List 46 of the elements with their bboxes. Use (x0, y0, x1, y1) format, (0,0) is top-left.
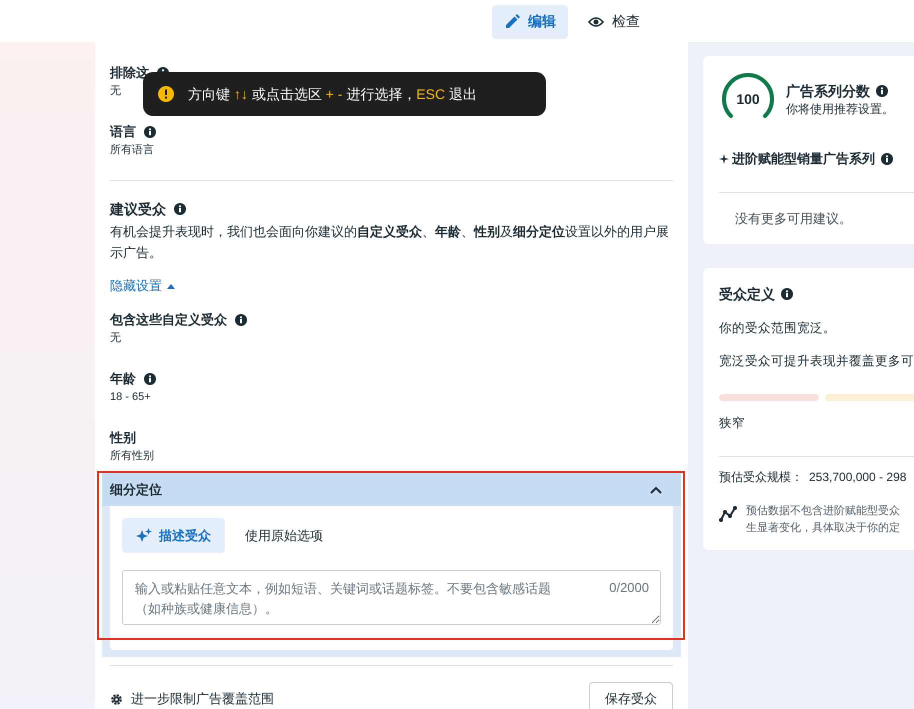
setting-value: 18 - 65+ (110, 390, 151, 405)
save-audience-button[interactable]: 保存受众 (589, 682, 673, 709)
setting-value: 所有语言 (110, 142, 154, 158)
estimate-note: 生显著变化，具体取决于你的定 (746, 520, 900, 536)
setting-label: 年龄 (110, 370, 136, 388)
sparkle-icon (136, 528, 152, 544)
trend-icon (719, 506, 737, 522)
info-icon (781, 288, 793, 300)
meter-label: 狭窄 (719, 415, 746, 432)
size-label: 预估受众规模： (719, 470, 803, 484)
eye-icon (588, 14, 604, 30)
card-subtitle: 你将使用推荐设置。 (786, 100, 894, 118)
option-tab[interactable]: 描述受众 (122, 518, 225, 553)
campaign-label: 进阶赋能型销量广告系列 (732, 150, 875, 168)
estimate-note: 预估数据不包含进阶赋能型受众 (746, 504, 900, 519)
setting-label: 包含这些自定义受众 (110, 311, 227, 329)
character-counter: 0/2000 (609, 579, 649, 597)
hide-settings-link[interactable]: 隐藏设置 (110, 277, 175, 295)
card-title: 广告系列分数 (786, 82, 870, 100)
size-value: 253,700,000 - 298 (809, 470, 906, 484)
option-tab[interactable]: 使用原始选项 (231, 518, 337, 553)
audience-summary: 你的受众范围宽泛。 (719, 320, 837, 337)
section-header[interactable]: 细分定位 (102, 473, 681, 506)
no-suggestions-text: 没有更多可用建议。 (735, 210, 853, 228)
warning-icon (158, 86, 174, 102)
mode-tab[interactable]: 检查 (576, 5, 652, 39)
card-title: 受众定义 (719, 285, 775, 304)
section-title: 细分定位 (110, 480, 162, 498)
setting-value: 无 (110, 84, 121, 99)
section-title: 建议受众 (110, 200, 166, 219)
setting-value: 所有性别 (110, 449, 154, 464)
setting-label: 性别 (110, 429, 136, 447)
description-text: 有机会提升表现时，我们也会面向你建议的自定义受众、年龄、性别及细分定位设置以外的用户展示广告。 (110, 223, 670, 262)
info-icon (876, 84, 888, 96)
mode-tab[interactable]: 编辑 (492, 5, 568, 39)
info-icon (174, 203, 186, 215)
score-value: 100 (735, 90, 761, 108)
setting-value: 无 (110, 331, 121, 346)
gear-icon (110, 692, 123, 706)
pencil-icon (504, 14, 520, 30)
info-icon (881, 153, 893, 165)
sparkle-icon (719, 154, 729, 164)
hint-text: 方向键 ↑↓ 或点击选区 + - 进行选择，ESC 退出 (188, 85, 477, 104)
audience-detail: 宽泛受众可提升表现并覆盖更多可 (719, 353, 914, 370)
setting-label: 语言 (110, 123, 136, 141)
limit-reach-link[interactable]: 进一步限制广告覆盖范围 (110, 690, 274, 708)
